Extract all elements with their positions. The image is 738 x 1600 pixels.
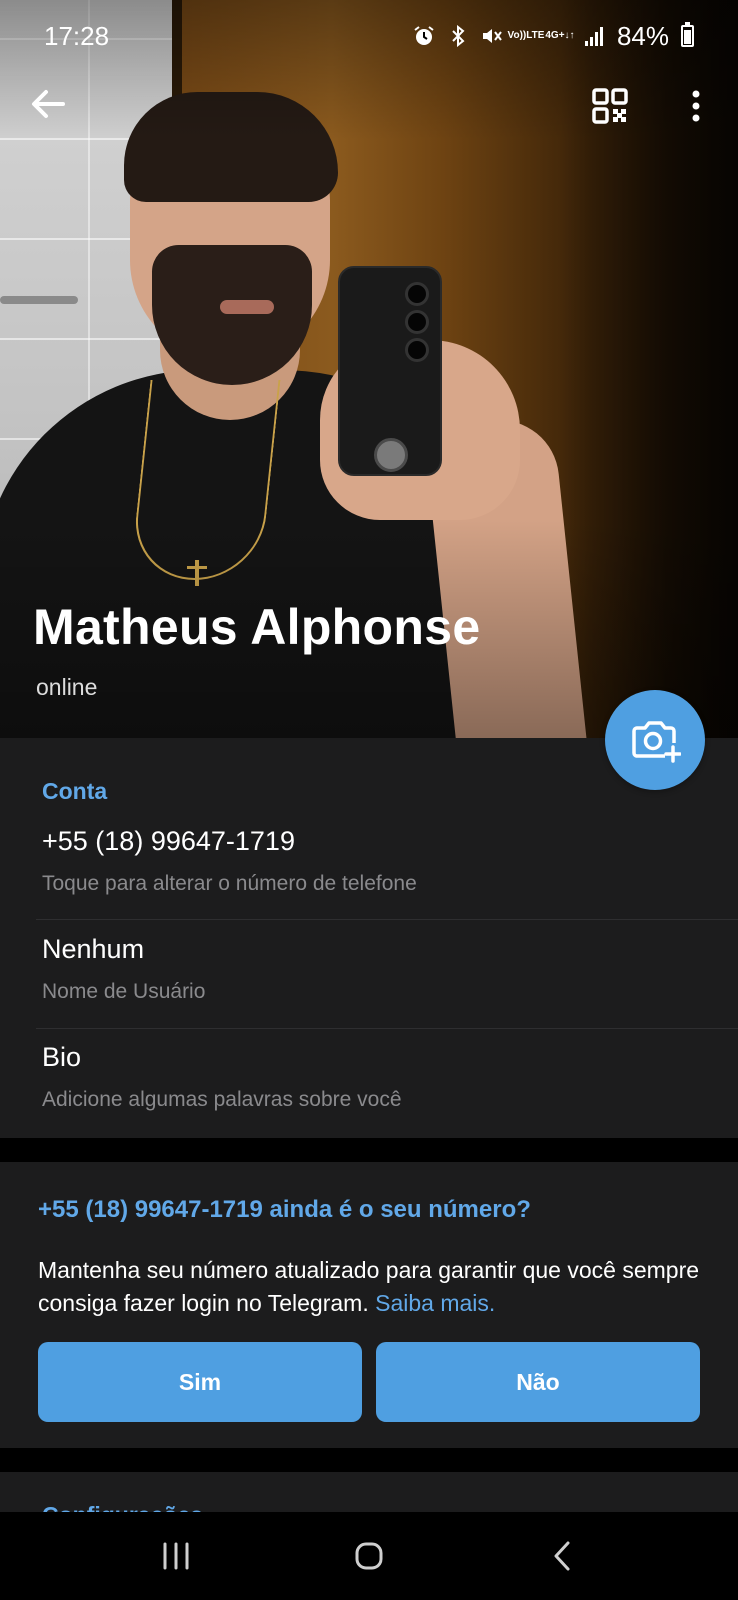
yes-button[interactable]: Sim [38, 1342, 362, 1422]
username-hint: Nome de Usuário [42, 980, 206, 1003]
battery-percentage: 84% [616, 20, 669, 51]
verify-number-section: +55 (18) 99647-1719 ainda é o seu número… [0, 1162, 738, 1448]
settings-section-title: Configurações [42, 1502, 203, 1512]
bio-hint: Adicione algumas palavras sobre você [42, 1088, 402, 1111]
mute-icon [481, 25, 503, 47]
username-row[interactable]: Nenhum Nome de Usuário [0, 934, 738, 1038]
status-time: 17:28 [44, 20, 110, 51]
camera-add-icon [632, 721, 681, 763]
more-vertical-icon [692, 90, 700, 122]
no-button[interactable]: Não [376, 1342, 700, 1422]
verify-number-title: +55 (18) 99647-1719 ainda é o seu número… [38, 1196, 531, 1223]
phone-number-row[interactable]: +55 (18) 99647-1719 Toque para alterar o… [0, 826, 738, 930]
arrow-left-icon [32, 90, 65, 118]
nav-back-button[interactable] [532, 1526, 592, 1586]
photo-phone-camera [405, 282, 429, 306]
signal-icon [583, 25, 605, 47]
system-navigation-bar [0, 1512, 738, 1600]
bluetooth-icon [447, 25, 469, 47]
recent-apps-icon [163, 1542, 189, 1570]
lte-label: LTE [526, 30, 545, 41]
home-icon [355, 1542, 383, 1570]
account-section-title: Conta [42, 778, 108, 804]
account-section: Conta +55 (18) 99647-1719 Toque para alt… [0, 738, 738, 1138]
recent-apps-button[interactable] [146, 1526, 206, 1586]
learn-more-link[interactable]: Saiba mais. [375, 1290, 495, 1316]
photo-phone-camera [405, 338, 429, 362]
qr-code-button[interactable] [586, 84, 634, 128]
back-button[interactable] [24, 80, 72, 128]
qr-code-icon [592, 88, 628, 124]
status-bar: 17:28 Vo)) LTE 4G+ ↓↑ 84% [0, 0, 738, 72]
volte-label: Vo)) [507, 30, 527, 41]
username-value: Nenhum [42, 934, 145, 964]
bio-row[interactable]: Bio Adicione algumas palavras sobre você [0, 1042, 738, 1138]
phone-number-value: +55 (18) 99647-1719 [42, 826, 295, 856]
photo-phone-camera [405, 310, 429, 334]
home-button[interactable] [339, 1526, 399, 1586]
verify-number-description: Mantenha seu número atualizado para gara… [38, 1257, 700, 1316]
photo-mouth [220, 300, 274, 314]
set-photo-button[interactable] [605, 690, 705, 790]
alarm-icon [413, 25, 435, 47]
divider [36, 919, 738, 920]
phone-number-hint: Toque para alterar o número de telefone [42, 872, 417, 895]
verify-number-text: Mantenha seu número atualizado para gara… [38, 1254, 708, 1320]
divider [36, 1028, 738, 1029]
bio-value: Bio [42, 1042, 82, 1072]
network-4g-icon: 4G+ ↓↑ [545, 25, 574, 47]
network-type-label: 4G+ [545, 30, 565, 41]
chevron-left-icon [554, 1541, 570, 1571]
battery-icon [681, 22, 694, 47]
profile-name: Matheus Alphonse [33, 599, 481, 655]
network-activity-label: ↓↑ [564, 30, 575, 41]
more-options-button[interactable] [672, 84, 720, 128]
status-icons: Vo)) LTE 4G+ ↓↑ 84% [413, 21, 694, 52]
volte-icon: Vo)) LTE [508, 25, 545, 47]
settings-section: Configurações [0, 1472, 738, 1512]
profile-status: online [36, 674, 98, 700]
photo-ring [374, 438, 408, 472]
